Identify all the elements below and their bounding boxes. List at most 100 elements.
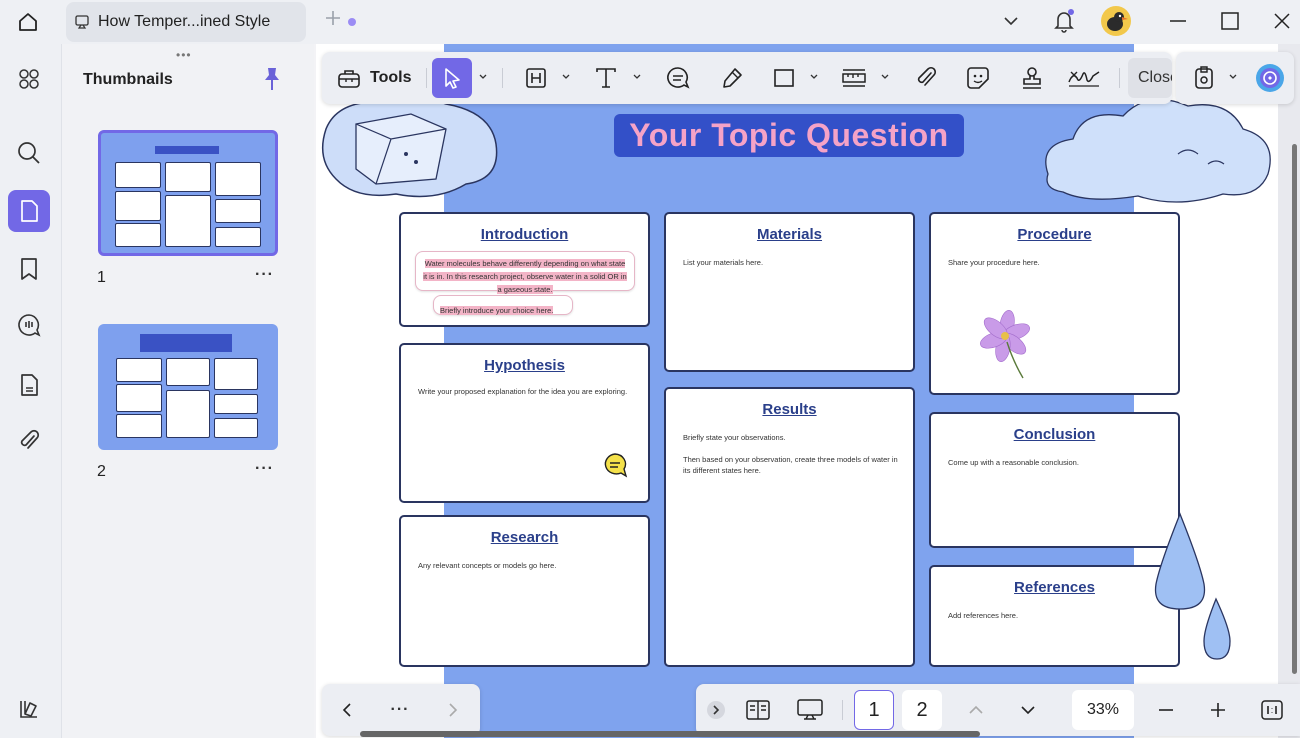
new-tab-button[interactable] — [320, 8, 346, 34]
close-window-button[interactable] — [1266, 4, 1298, 38]
card-body: Briefly state your observations. — [683, 433, 786, 442]
ai-assistant-icon — [1256, 64, 1284, 92]
sticky-note-comment-icon[interactable] — [601, 452, 629, 478]
thumbnail-page-number: 2 — [97, 463, 106, 480]
chevron-down-icon — [1004, 17, 1018, 26]
highlight-tool[interactable] — [516, 58, 556, 98]
presentation-mode-button[interactable] — [790, 690, 830, 730]
chevron-down-icon[interactable] — [1228, 72, 1238, 82]
chevron-down-icon[interactable] — [561, 72, 571, 82]
measure-tool[interactable] — [834, 58, 874, 98]
chevron-down-icon[interactable] — [632, 72, 642, 82]
document-icon — [21, 374, 38, 396]
text-icon — [596, 68, 616, 88]
ai-assistant-button[interactable] — [1250, 58, 1290, 98]
card-heading: References — [1014, 579, 1095, 596]
highlighted-text: Water molecules behave differently depen… — [423, 259, 627, 294]
library-button[interactable] — [8, 688, 50, 730]
chevron-right-icon — [449, 703, 458, 717]
next-document-button[interactable] — [432, 690, 472, 730]
more-options-button[interactable]: ··· — [380, 690, 420, 730]
plus-icon — [326, 11, 340, 25]
document-canvas[interactable]: Your Topic Question Introduction Water m… — [316, 44, 1300, 738]
page-thumbnail-1[interactable] — [98, 130, 278, 256]
zoom-out-button[interactable] — [1146, 690, 1186, 730]
comment-tool[interactable] — [658, 58, 698, 98]
previous-page-button[interactable] — [956, 690, 996, 730]
document-title-text: Your Topic Question — [629, 117, 949, 153]
save-options-button[interactable] — [1184, 58, 1224, 98]
text-tool[interactable] — [586, 58, 626, 98]
thumbnail-page-number: 1 — [97, 269, 106, 286]
pencil-tool[interactable] — [712, 58, 752, 98]
home-icon — [19, 13, 37, 31]
select-tool[interactable] — [432, 58, 472, 98]
stamp-tool[interactable] — [1012, 58, 1052, 98]
attachment-tool[interactable] — [906, 58, 946, 98]
maximize-button[interactable] — [1214, 4, 1246, 38]
save-icon — [1195, 66, 1213, 89]
bookmarks-button[interactable] — [8, 248, 50, 290]
thumbnails-button[interactable] — [8, 190, 50, 232]
card-body: Add references here. — [948, 611, 1019, 620]
forms-button[interactable] — [8, 364, 50, 406]
pin-panel-button[interactable] — [260, 66, 284, 92]
close-tools-button[interactable]: Close — [1128, 58, 1172, 98]
chevron-left-icon — [342, 703, 351, 717]
highlight-annotation[interactable]: Water molecules behave differently depen… — [415, 251, 635, 294]
next-page-button[interactable] — [1008, 690, 1048, 730]
notifications-button[interactable] — [1048, 4, 1080, 38]
signature-icon — [1068, 71, 1100, 87]
page-thumbnail-2[interactable] — [98, 324, 278, 450]
minus-icon — [1159, 709, 1173, 711]
grid-icon — [19, 69, 39, 89]
chevron-down-icon[interactable] — [809, 72, 819, 82]
horizontal-scrollbar[interactable] — [360, 731, 980, 737]
document-tab-icon — [75, 15, 89, 29]
shape-tool[interactable] — [764, 58, 804, 98]
document-title: Your Topic Question — [614, 114, 964, 157]
previous-document-button[interactable] — [328, 690, 368, 730]
user-avatar[interactable] — [1098, 4, 1134, 38]
view-controls-bar: 1 2 33% — [696, 684, 1300, 736]
highlight-icon — [526, 68, 546, 88]
page-button-1[interactable]: 1 — [854, 690, 894, 730]
zoom-level-field[interactable]: 33% — [1072, 690, 1134, 730]
chevron-down-icon[interactable] — [478, 72, 488, 82]
chevron-down-icon[interactable] — [880, 72, 890, 82]
organize-pages-button[interactable] — [8, 58, 50, 100]
tabs-dropdown-button[interactable] — [996, 4, 1026, 38]
home-button[interactable] — [12, 7, 44, 37]
scrollbar-thumb[interactable] — [1292, 144, 1297, 674]
page-navigation-bar: ··· — [322, 684, 480, 736]
vertical-scrollbar[interactable] — [1278, 44, 1300, 738]
document-tab[interactable]: How Temper...ined Style — [66, 2, 356, 42]
page-button-2[interactable]: 2 — [902, 690, 942, 730]
minimize-button[interactable] — [1162, 4, 1194, 38]
thumbnail-more-button[interactable]: ··· — [255, 460, 274, 478]
cursor-icon — [445, 68, 460, 89]
search-button[interactable] — [8, 132, 50, 174]
actual-size-button[interactable] — [1252, 690, 1292, 730]
pencil-icon — [723, 68, 742, 88]
signature-tool[interactable] — [1064, 58, 1104, 98]
card-results: Results Briefly state your observations.… — [664, 387, 915, 667]
panel-resize-grip[interactable]: ••• — [176, 48, 192, 62]
page-layout-button[interactable] — [738, 690, 778, 730]
card-heading: Introduction — [480, 226, 569, 243]
chevron-right-circle-icon — [707, 701, 725, 719]
attachments-button[interactable] — [8, 420, 50, 462]
tools-button[interactable]: Tools — [326, 58, 418, 98]
comment-annotation[interactable]: Briefly introduce your choice here. — [433, 295, 573, 315]
card-body: Share your procedure here. — [948, 258, 1040, 267]
comments-button[interactable] — [8, 304, 50, 346]
sticker-tool[interactable] — [958, 58, 998, 98]
paperclip-icon — [20, 429, 40, 449]
bookmark-icon — [21, 258, 37, 280]
card-introduction: Introduction Water molecules behave diff… — [399, 212, 650, 327]
thumbnail-more-button[interactable]: ··· — [255, 266, 274, 284]
sticker-icon — [967, 67, 989, 89]
zoom-in-button[interactable] — [1198, 690, 1238, 730]
collapse-bar-button[interactable] — [696, 690, 736, 730]
water-drop-illustration — [1154, 512, 1231, 660]
